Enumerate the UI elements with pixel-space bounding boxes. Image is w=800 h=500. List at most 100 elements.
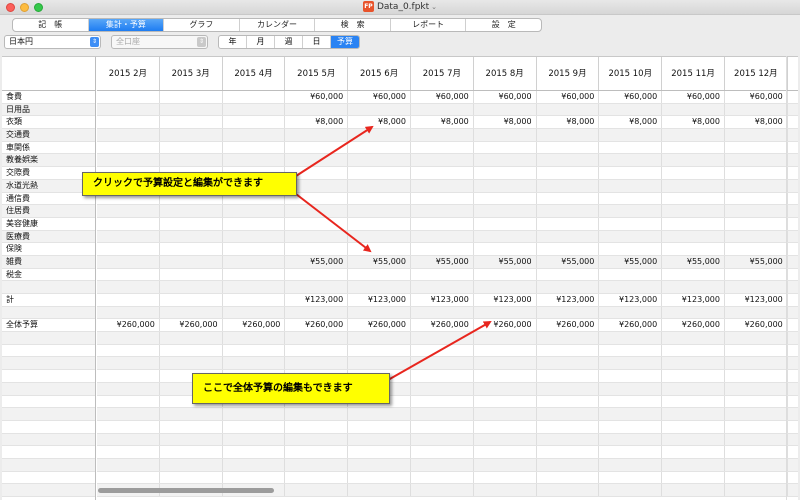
budget-cell[interactable]	[411, 217, 474, 230]
budget-cell[interactable]	[537, 382, 600, 395]
budget-cell[interactable]	[223, 458, 286, 471]
budget-cell[interactable]	[599, 395, 663, 408]
budget-cell[interactable]: ¥55,000	[537, 255, 600, 268]
budget-cell[interactable]	[599, 306, 663, 319]
budget-cell[interactable]	[662, 129, 725, 141]
budget-cell[interactable]	[662, 306, 725, 319]
budget-cell[interactable]	[662, 230, 725, 243]
budget-cell[interactable]	[348, 306, 411, 319]
budget-cell[interactable]	[474, 332, 537, 344]
budget-cell[interactable]: ¥55,000	[285, 255, 349, 268]
budget-cell[interactable]	[725, 205, 788, 217]
budget-cell[interactable]	[97, 230, 160, 243]
budget-cell[interactable]	[223, 116, 286, 129]
budget-cell[interactable]	[599, 205, 663, 217]
budget-cell[interactable]	[160, 294, 223, 306]
budget-cell[interactable]	[285, 484, 349, 496]
budget-cell[interactable]	[537, 205, 600, 217]
budget-cell[interactable]	[537, 471, 600, 484]
budget-cell[interactable]	[599, 167, 663, 179]
budget-cell[interactable]	[97, 382, 160, 395]
budget-cell[interactable]: ¥60,000	[285, 91, 349, 103]
budget-cell[interactable]	[662, 154, 725, 167]
budget-cell[interactable]	[599, 344, 663, 357]
month-header[interactable]: 2015 4月	[223, 57, 286, 90]
budget-cell[interactable]	[97, 91, 160, 103]
budget-cell[interactable]	[474, 458, 537, 471]
budget-cell[interactable]	[474, 306, 537, 319]
budget-cell[interactable]	[223, 420, 286, 433]
budget-cell[interactable]	[599, 370, 663, 382]
budget-cell[interactable]	[662, 357, 725, 370]
budget-cell[interactable]	[599, 243, 663, 255]
budget-cell[interactable]	[411, 370, 474, 382]
budget-cell[interactable]	[223, 243, 286, 255]
budget-cell[interactable]	[97, 344, 160, 357]
horizontal-scrollbar[interactable]	[98, 488, 274, 493]
budget-cell[interactable]	[160, 408, 223, 420]
budget-cell[interactable]	[662, 103, 725, 116]
budget-cell[interactable]	[223, 357, 286, 370]
budget-cell[interactable]	[160, 433, 223, 446]
budget-cell[interactable]: ¥60,000	[474, 91, 537, 103]
tab-6[interactable]: 設 定	[466, 19, 541, 31]
budget-cell[interactable]	[285, 408, 349, 420]
budget-cell[interactable]	[223, 129, 286, 141]
budget-cell[interactable]	[97, 471, 160, 484]
budget-cell[interactable]: ¥123,000	[725, 294, 788, 306]
budget-cell[interactable]	[97, 332, 160, 344]
budget-cell[interactable]	[97, 306, 160, 319]
budget-cell[interactable]	[223, 154, 286, 167]
budget-cell[interactable]: ¥60,000	[725, 91, 788, 103]
budget-cell[interactable]	[474, 420, 537, 433]
budget-cell[interactable]	[223, 141, 286, 154]
budget-cell[interactable]	[411, 154, 474, 167]
budget-cell[interactable]	[662, 484, 725, 496]
budget-cell[interactable]	[97, 408, 160, 420]
budget-cell[interactable]	[160, 332, 223, 344]
budget-cell[interactable]	[662, 446, 725, 458]
budget-cell[interactable]	[725, 167, 788, 179]
budget-cell[interactable]	[662, 205, 725, 217]
budget-cell[interactable]	[411, 382, 474, 395]
month-header[interactable]: 2015 12月	[725, 57, 788, 90]
budget-cell[interactable]	[411, 129, 474, 141]
budget-cell[interactable]	[411, 357, 474, 370]
budget-cell[interactable]	[285, 420, 349, 433]
budget-cell[interactable]	[662, 332, 725, 344]
budget-cell[interactable]	[411, 458, 474, 471]
budget-cell[interactable]: ¥8,000	[725, 116, 788, 129]
budget-cell[interactable]	[285, 471, 349, 484]
budget-cell[interactable]	[160, 243, 223, 255]
budget-cell[interactable]	[411, 167, 474, 179]
budget-cell[interactable]	[160, 255, 223, 268]
budget-cell[interactable]	[411, 395, 474, 408]
budget-cell[interactable]	[599, 103, 663, 116]
month-header[interactable]: 2015 6月	[348, 57, 411, 90]
budget-cell[interactable]	[474, 408, 537, 420]
budget-cell[interactable]	[160, 357, 223, 370]
budget-cell[interactable]: ¥60,000	[348, 91, 411, 103]
budget-cell[interactable]	[285, 141, 349, 154]
budget-cell[interactable]: ¥123,000	[599, 294, 663, 306]
budget-cell[interactable]	[599, 141, 663, 154]
budget-cell[interactable]	[537, 281, 600, 293]
budget-cell[interactable]	[411, 420, 474, 433]
budget-cell[interactable]: ¥55,000	[474, 255, 537, 268]
budget-cell[interactable]	[348, 471, 411, 484]
budget-cell[interactable]	[348, 230, 411, 243]
budget-cell[interactable]: ¥260,000	[160, 319, 223, 332]
budget-cell[interactable]	[599, 471, 663, 484]
account-select[interactable]: 全口座 ⇕	[111, 35, 208, 49]
budget-cell[interactable]	[348, 154, 411, 167]
budget-cell[interactable]	[599, 484, 663, 496]
budget-cell[interactable]	[285, 281, 349, 293]
budget-cell[interactable]	[537, 154, 600, 167]
budget-cell[interactable]	[537, 243, 600, 255]
budget-cell[interactable]	[97, 141, 160, 154]
budget-cell[interactable]	[474, 395, 537, 408]
budget-cell[interactable]: ¥123,000	[537, 294, 600, 306]
budget-cell[interactable]	[725, 446, 788, 458]
budget-cell[interactable]: ¥260,000	[537, 319, 600, 332]
budget-cell[interactable]	[599, 357, 663, 370]
